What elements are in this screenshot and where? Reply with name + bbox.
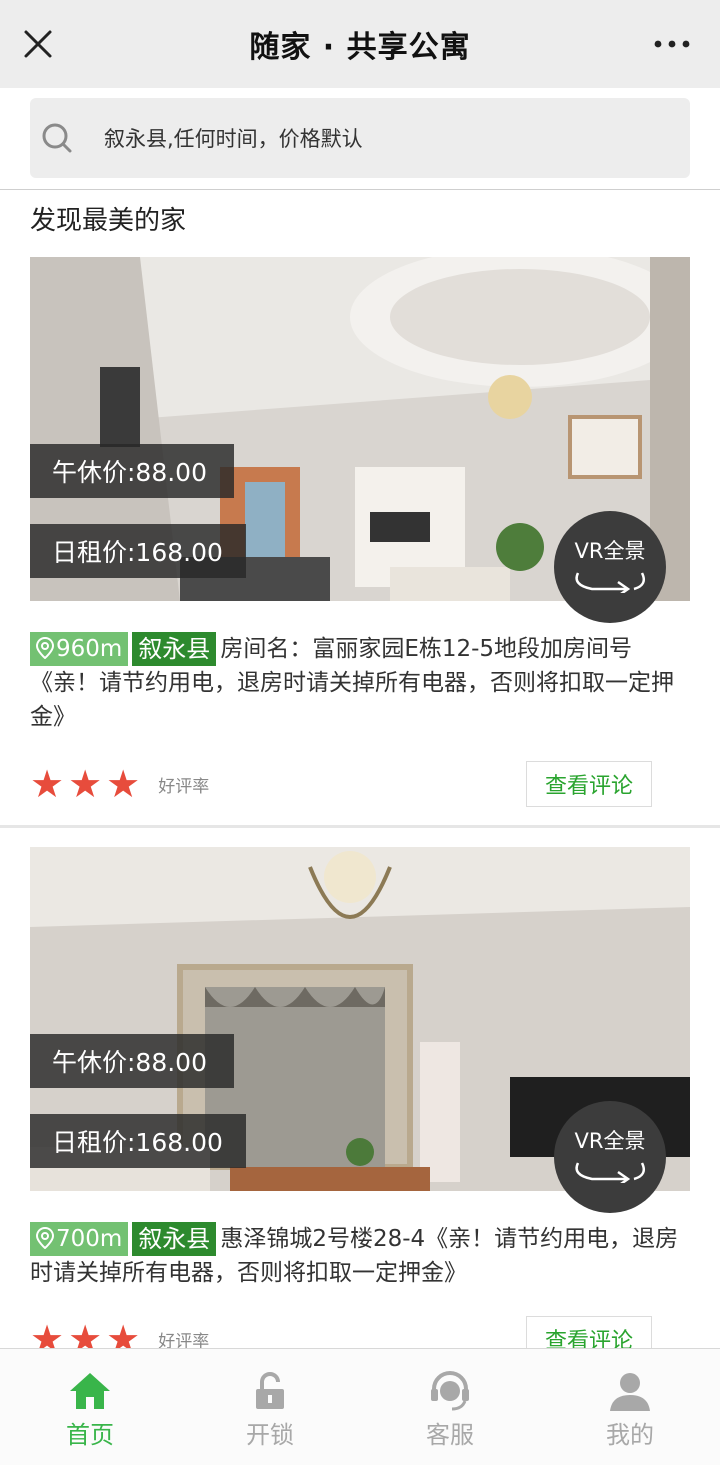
nav-profile[interactable]: 我的 <box>540 1349 720 1465</box>
card-separator <box>0 825 720 828</box>
search-summary: 叙永县,任何时间，价格默认 <box>104 127 363 151</box>
close-icon[interactable] <box>18 24 58 64</box>
listing-card[interactable]: 午休价:88.00 日租价:168.00 VR全景 960m 叙永县 房间名：富丽家… <box>0 257 720 827</box>
distance-value: 700m <box>56 1226 123 1252</box>
nav-unlock[interactable]: 开锁 <box>180 1349 360 1465</box>
headset-icon <box>431 1371 469 1411</box>
star-icon: ★ <box>30 762 65 806</box>
vr-label: VR全景 <box>574 539 646 563</box>
rating-label: 好评率 <box>158 776 210 797</box>
rating-row: ★ ★ ★ 好评率 <box>30 762 209 806</box>
location-pin-icon <box>35 636 55 660</box>
user-icon <box>610 1373 650 1411</box>
divider <box>0 189 720 190</box>
vr-tour-button[interactable]: VR全景 <box>554 1101 666 1213</box>
nav-profile-label: 我的 <box>606 1421 654 1449</box>
location-pin-icon <box>35 1226 55 1250</box>
home-icon <box>70 1373 110 1409</box>
vr-arrow-icon <box>575 572 645 593</box>
bottom-nav: 首页 开锁 客服 我的 <box>0 1348 720 1465</box>
day-price-tag: 日租价:168.00 <box>30 1114 246 1168</box>
distance-value: 960m <box>56 636 123 662</box>
section-title: 发现最美的家 <box>30 206 187 236</box>
nav-home-label: 首页 <box>66 1421 114 1449</box>
view-reviews-button[interactable]: 查看评论 <box>526 761 652 807</box>
page-title: 随家 · 共享公寓 <box>249 30 471 65</box>
listing-card[interactable]: 午休价:88.00 日租价:168.00 VR全景 700m 叙永县 惠泽锦城2号楼… <box>0 847 720 1362</box>
distance-chip: 960m <box>30 632 129 666</box>
location-chip: 叙永县 <box>132 632 217 666</box>
unlock-icon <box>256 1372 284 1409</box>
day-price-tag: 日租价:168.00 <box>30 524 246 578</box>
star-icon: ★ <box>68 762 103 806</box>
listing-description-block: 700m 叙永县 惠泽锦城2号楼28-4《亲！请节约用电，退房时请关掉所有电器，否则… <box>30 1222 690 1290</box>
listing-description-block: 960m 叙永县 房间名：富丽家园E栋12-5地段加房间号《亲！请节约用电，退房时请… <box>30 632 690 734</box>
location-chip: 叙永县 <box>132 1222 217 1256</box>
vr-tour-button[interactable]: VR全景 <box>554 511 666 623</box>
vr-arrow-icon <box>575 1162 645 1183</box>
nav-unlock-label: 开锁 <box>246 1421 294 1449</box>
vr-label: VR全景 <box>574 1129 646 1153</box>
top-bar: 随家 · 共享公寓 <box>0 0 720 88</box>
nav-service-label: 客服 <box>426 1421 474 1449</box>
more-icon[interactable] <box>652 34 692 54</box>
noon-price-tag: 午休价:88.00 <box>30 444 234 498</box>
nav-service[interactable]: 客服 <box>360 1349 540 1465</box>
star-icon: ★ <box>106 762 141 806</box>
distance-chip: 700m <box>30 1222 129 1256</box>
search-icon <box>42 123 72 153</box>
noon-price-tag: 午休价:88.00 <box>30 1034 234 1088</box>
nav-home[interactable]: 首页 <box>0 1349 180 1465</box>
search-bar[interactable]: 叙永县,任何时间，价格默认 <box>30 98 690 178</box>
